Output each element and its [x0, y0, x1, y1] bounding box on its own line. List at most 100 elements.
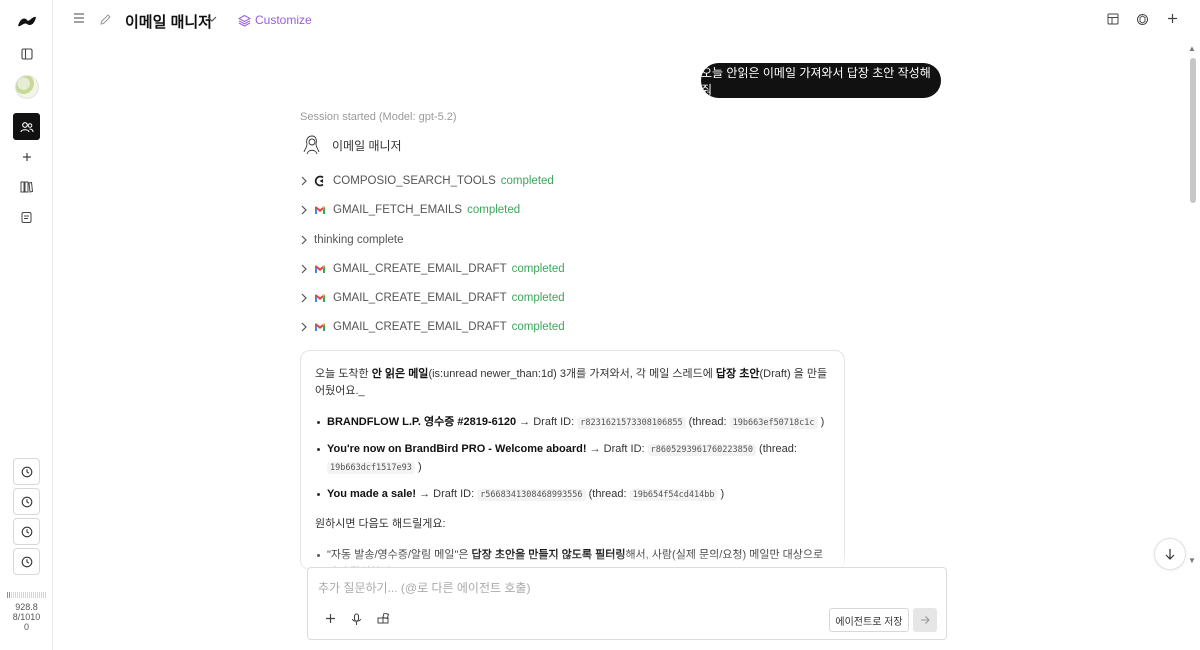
gmail-icon: [314, 205, 330, 215]
chevron-right-icon: [300, 205, 314, 215]
scroll-up-arrow-icon[interactable]: ▲: [1188, 44, 1196, 53]
usage-stats: 928.8 8/1010 0: [0, 602, 53, 632]
history-button-3[interactable]: [13, 518, 40, 545]
left-rail: 928.8 8/1010 0: [0, 0, 53, 650]
tool-step-name: GMAIL_FETCH_EMAILS: [333, 204, 463, 216]
scroll-to-bottom-button[interactable]: [1154, 538, 1186, 570]
tool-step-4[interactable]: GMAIL_CREATE_EMAIL_DRAFT completed: [300, 261, 565, 277]
user-message-bubble: 오늘 안읽은 이메일 가져와서 답장 초안 작성해줘: [701, 63, 941, 98]
tool-step-status: completed: [467, 204, 521, 216]
scrollbar-thumb[interactable]: [1190, 58, 1196, 203]
draft-id: r8605293961760223850: [647, 444, 756, 456]
draft-label: → Draft ID:: [516, 416, 578, 428]
new-chat-plus-icon[interactable]: [1167, 13, 1178, 24]
gmail-icon: [314, 322, 330, 332]
save-as-agent-button[interactable]: 에이전트로 저장: [829, 608, 909, 632]
usage-stat-2: 8/1010: [12, 612, 41, 622]
thread-id: 19b663dcf1517e93: [327, 462, 415, 474]
clock-icon: [21, 466, 32, 477]
answer-intro-text: (is:unread newer_than:1d) 3개를 가져와서, 각 메일…: [428, 368, 716, 380]
agent-name: 이메일 매니저: [332, 138, 402, 153]
tool-step-status: completed: [511, 263, 565, 275]
library-nav-button[interactable]: [13, 173, 40, 200]
draft-subject: You're now on BrandBird PRO - Welcome ab…: [327, 443, 587, 455]
tool-step-1[interactable]: COMPOSIO_SEARCH_TOOLS completed: [300, 173, 554, 189]
gmail-icon: [314, 264, 330, 274]
user-message-text: 오늘 안읽은 이메일 가져와서 답장 초안 작성해줘: [701, 65, 931, 97]
tool-step-name: GMAIL_CREATE_EMAIL_DRAFT: [333, 292, 507, 304]
tool-step-5[interactable]: GMAIL_CREATE_EMAIL_DRAFT completed: [300, 290, 565, 306]
scroll-bottom-arrow-icon[interactable]: ▼: [1188, 556, 1196, 565]
session-info: Session started (Model: gpt-5.2): [300, 111, 457, 123]
send-button[interactable]: [913, 608, 937, 632]
followup-text: "자동 발송/영수증/알림 메일"은: [327, 549, 472, 561]
draft-id: r8231621573308106855: [577, 417, 686, 429]
history-button-1[interactable]: [13, 458, 40, 485]
gmail-icon: [314, 293, 330, 303]
users-icon: [19, 121, 33, 132]
arrow-down-icon: [1165, 549, 1175, 560]
tool-step-2[interactable]: GMAIL_FETCH_EMAILS completed: [300, 202, 520, 218]
plus-icon: [22, 152, 31, 161]
draft-close: ): [414, 461, 422, 473]
chevron-right-icon: [300, 176, 314, 186]
answer-intro-bold: 답장 초안: [715, 368, 760, 380]
usage-stat-3: 0: [23, 622, 29, 632]
customize-label: Customize: [255, 13, 312, 27]
apps-icon[interactable]: [377, 613, 390, 625]
answer-intro: 오늘 도착한 안 읽은 메일(is:unread newer_than:1d) …: [315, 366, 830, 400]
tool-step-name: COMPOSIO_SEARCH_TOOLS: [333, 175, 496, 187]
agents-nav-button[interactable]: [13, 113, 40, 140]
draft-subject: BRANDFLOW L.P. 영수증 #2819-6120: [327, 416, 517, 428]
edit-icon[interactable]: [99, 13, 112, 26]
app-logo-icon[interactable]: [16, 14, 38, 30]
openai-icon[interactable]: [1136, 13, 1149, 26]
followup-bold: 답장 초안을 만들지 않도록 필터링: [471, 549, 626, 561]
draft-close: ): [717, 488, 725, 500]
tool-step-6[interactable]: GMAIL_CREATE_EMAIL_DRAFT completed: [300, 319, 565, 335]
draft-id: r5668341308468993556: [477, 489, 586, 501]
chevron-right-icon: [300, 264, 314, 274]
sidebar-toggle-icon[interactable]: [13, 40, 40, 67]
composio-icon: [314, 175, 330, 187]
arrow-right-icon: [921, 616, 930, 624]
answer-intro-text: 오늘 도착한: [315, 368, 372, 380]
draft-label: → Draft ID:: [586, 443, 648, 455]
history-button-2[interactable]: [13, 488, 40, 515]
thread-id: 19b663ef50718c1c: [729, 417, 818, 429]
menu-icon[interactable]: [73, 13, 85, 23]
drafts-list: BRANDFLOW L.P. 영수증 #2819-6120 → Draft ID…: [315, 414, 830, 504]
composer-input[interactable]: 추가 질문하기... (@로 다른 에이전트 호출): [318, 579, 530, 596]
page-title[interactable]: 이메일 매니저: [125, 11, 212, 32]
agent-header: 이메일 매니저: [300, 133, 402, 157]
tool-step-name: GMAIL_CREATE_EMAIL_DRAFT: [333, 263, 507, 275]
draft-item: BRANDFLOW L.P. 영수증 #2819-6120 → Draft ID…: [317, 414, 830, 432]
clock-icon: [21, 526, 32, 537]
layers-icon: [238, 14, 251, 27]
agent-avatar-icon: [303, 135, 320, 155]
notes-nav-button[interactable]: [13, 203, 40, 230]
top-bar: 이메일 매니저 Customize: [53, 0, 1200, 44]
add-agent-button[interactable]: [13, 143, 40, 170]
clock-icon: [21, 556, 32, 567]
tool-step-name: GMAIL_CREATE_EMAIL_DRAFT: [333, 321, 507, 333]
books-icon: [20, 181, 33, 193]
clipboard-icon: [21, 211, 32, 223]
thread-label: (thread:: [685, 416, 730, 428]
tool-step-3[interactable]: thinking complete: [300, 232, 404, 248]
history-button-4[interactable]: [13, 548, 40, 575]
chevron-right-icon: [300, 322, 314, 332]
user-avatar[interactable]: [15, 75, 39, 99]
assistant-answer-card: 오늘 도착한 안 읽은 메일(is:unread newer_than:1d) …: [300, 350, 845, 570]
microphone-icon[interactable]: [351, 613, 362, 626]
draft-subject: You made a sale!: [327, 488, 417, 500]
table-icon[interactable]: [1107, 13, 1119, 25]
tool-step-status: completed: [511, 321, 565, 333]
message-composer[interactable]: 추가 질문하기... (@로 다른 에이전트 호출) 에이전트로 저장: [307, 567, 947, 640]
answer-intro-bold: 안 읽은 메일: [371, 368, 429, 380]
thinking-step-name: thinking complete: [314, 234, 404, 246]
draft-label: → Draft ID:: [416, 488, 478, 500]
customize-button[interactable]: Customize: [238, 13, 312, 27]
chevron-down-icon[interactable]: [207, 15, 217, 23]
attach-plus-icon[interactable]: [325, 613, 336, 624]
